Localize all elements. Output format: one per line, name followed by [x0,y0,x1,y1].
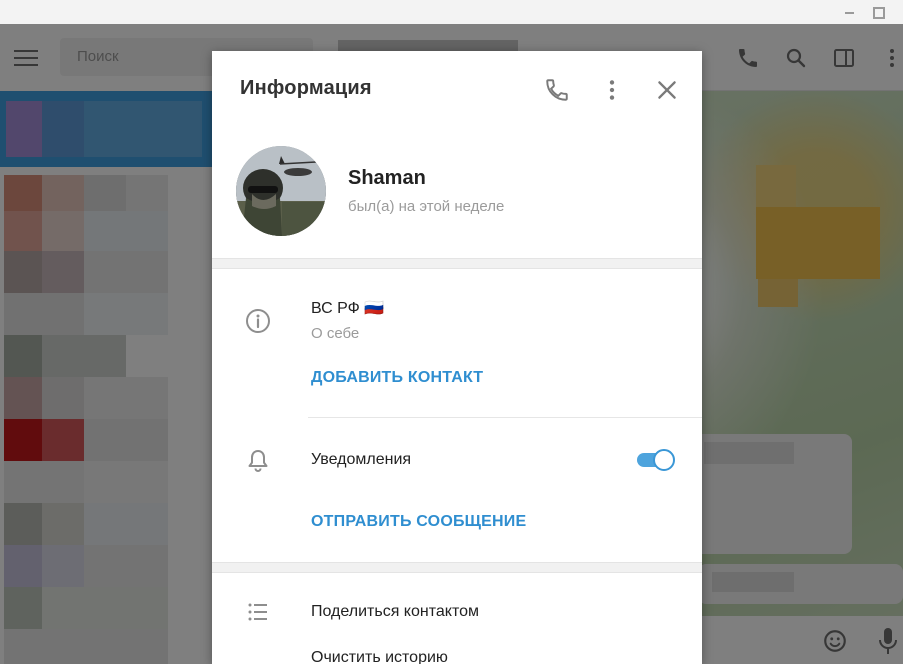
section-divider [212,562,702,573]
window-titlebar [0,0,903,24]
share-contact-item[interactable]: Поделиться контактом [311,603,479,621]
bio-label: О себе [311,325,360,342]
user-last-seen: был(а) на этой неделе [348,198,505,215]
dialog-title: Информация [240,77,372,99]
info-dialog: Информация Shaman был(а) на этой неделе … [212,51,702,664]
more-options-icon[interactable] [599,77,625,103]
phone-icon[interactable] [544,77,570,103]
user-name: Shaman [348,167,426,189]
info-icon [246,309,270,333]
toggle-knob [653,449,675,471]
bio-text: ВС РФ 🇷🇺 [311,300,385,317]
clear-history-item[interactable]: Очистить историю [311,649,448,664]
close-icon[interactable] [654,77,680,103]
avatar[interactable] [236,146,326,236]
add-contact-button[interactable]: ДОБАВИТЬ КОНТАКТ [311,369,483,387]
bell-icon [248,450,268,472]
share-list-icon [248,603,267,621]
notifications-toggle[interactable] [636,449,675,471]
minimize-icon[interactable] [840,3,860,21]
section-divider [212,258,702,269]
notifications-label: Уведомления [311,451,412,468]
maximize-icon[interactable] [868,3,888,21]
row-divider [308,417,702,418]
send-message-button[interactable]: ОТПРАВИТЬ СООБЩЕНИЕ [311,513,526,531]
